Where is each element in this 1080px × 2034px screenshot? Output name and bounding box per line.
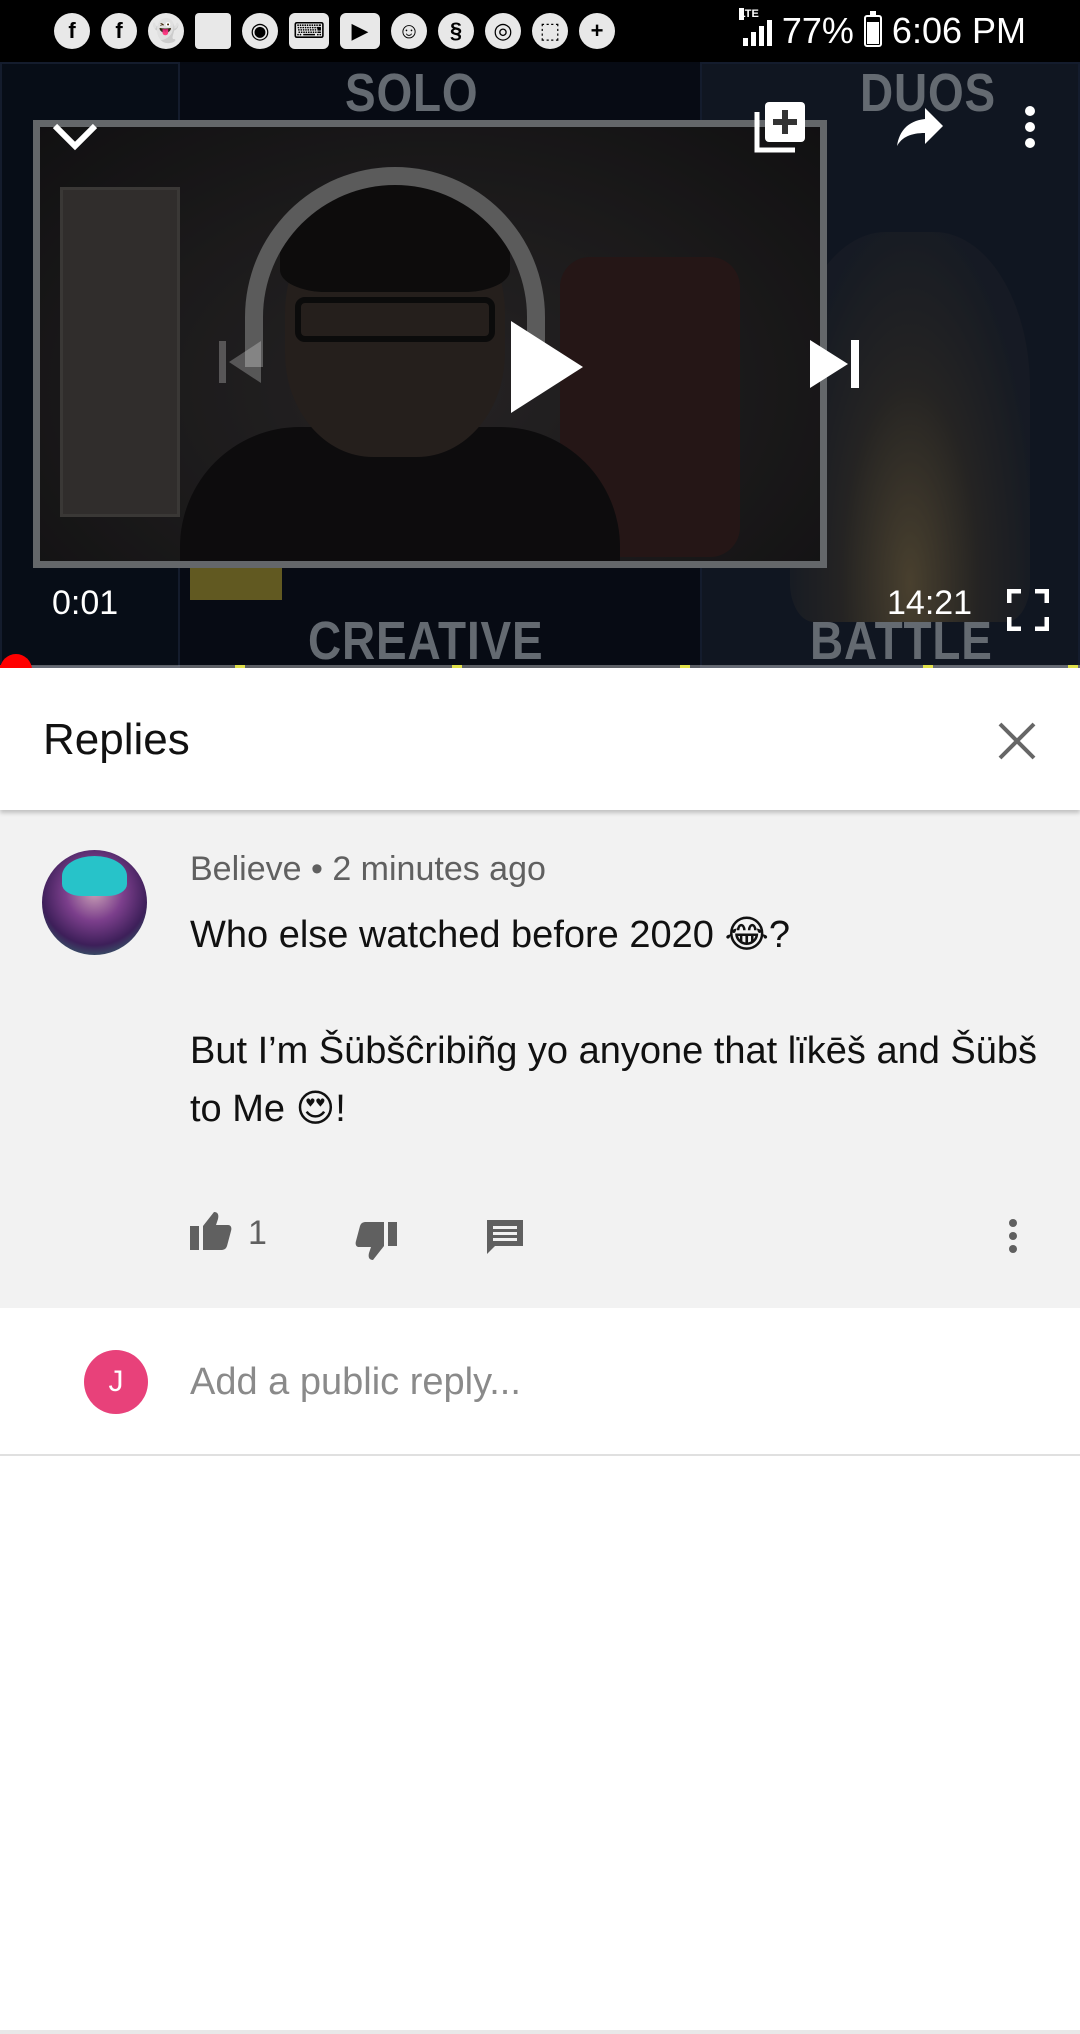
facebook-icon: f: [54, 13, 90, 49]
instagram-icon: ◎: [485, 13, 521, 49]
avatar: J: [84, 1350, 148, 1414]
chapter-marker: [452, 665, 462, 668]
snapchat-icon: 👻: [148, 13, 184, 49]
status-right: LTE 77% 6:06 PM: [738, 8, 1026, 52]
chapter-marker: [923, 665, 933, 668]
keyboard-icon: ⌨: [289, 13, 329, 49]
add-to-playlist-icon[interactable]: [745, 92, 815, 162]
notification-icons: f f 👻 ◉ ⌨ ▶ ☺ § ◎ ⬚ +: [54, 13, 615, 49]
skip-previous-icon[interactable]: [210, 332, 270, 392]
meta-separator: •: [310, 850, 323, 888]
close-icon[interactable]: [990, 714, 1044, 768]
comment-text: Who else watched before 2020 😂? But I’m …: [190, 906, 1040, 1138]
status-bar: f f 👻 ◉ ⌨ ▶ ☺ § ◎ ⬚ + LTE 77% 6:06 PM: [0, 0, 1080, 62]
comment-actions: 1: [190, 1210, 1050, 1280]
facebook-icon: f: [101, 13, 137, 49]
more-vert-icon[interactable]: [1008, 1218, 1038, 1262]
signal-icon: LTE: [738, 8, 772, 46]
total-duration: 14:21: [887, 584, 973, 622]
comment-line: But I’m Šübšĉribiñg yo anyone that lïkēš…: [190, 1030, 1038, 1130]
battery-saver-icon: +: [579, 13, 615, 49]
comment-line: [190, 964, 1040, 1022]
replies-title: Replies: [43, 715, 190, 764]
comment-line: Who else watched before 2020 😂?: [190, 914, 790, 956]
comment-meta: Believe • 2 minutes ago: [190, 850, 546, 889]
reply-input[interactable]: [190, 1352, 1040, 1412]
reply-composer: J: [0, 1308, 1080, 1456]
video-player[interactable]: SOLO DUOS CREATIVE BATTLE LAB: [0, 62, 1080, 668]
replies-header: Replies: [0, 670, 1080, 810]
play-icon[interactable]: [495, 312, 595, 422]
skip-next-icon[interactable]: [800, 332, 870, 396]
comment-author[interactable]: Believe: [190, 850, 302, 888]
battery-percent: 77%: [781, 10, 854, 51]
chevron-down-icon[interactable]: [40, 102, 110, 172]
comment-thread: Believe • 2 minutes ago Who else watched…: [0, 810, 1080, 1308]
thumb-down-icon[interactable]: [355, 1222, 399, 1266]
clock: 6:06 PM: [891, 10, 1026, 51]
chapter-marker: [1068, 665, 1078, 668]
share-icon[interactable]: [880, 92, 960, 162]
comment-time: 2 minutes ago: [332, 850, 546, 888]
app-icon: §: [438, 13, 474, 49]
comment-icon[interactable]: [485, 1218, 529, 1262]
network-type: LTE: [738, 8, 759, 20]
like-count: 1: [248, 1214, 267, 1252]
chapter-marker: [235, 665, 245, 668]
divider: [0, 2030, 1080, 2034]
image-icon: [195, 13, 231, 49]
fullscreen-icon[interactable]: [998, 580, 1058, 640]
smiley-icon: ☺: [391, 13, 427, 49]
battery-icon: [863, 11, 882, 47]
avatar[interactable]: [42, 850, 147, 955]
progress-bar[interactable]: [0, 665, 1080, 668]
chapter-marker: [680, 665, 690, 668]
thumb-up-icon[interactable]: [190, 1210, 234, 1254]
youtube-icon: ▶: [340, 13, 380, 49]
current-time: 0:01: [52, 584, 119, 622]
twitch-icon: ⬚: [532, 13, 568, 49]
reddit-icon: ◉: [242, 13, 278, 49]
more-vert-icon[interactable]: [1000, 92, 1060, 162]
